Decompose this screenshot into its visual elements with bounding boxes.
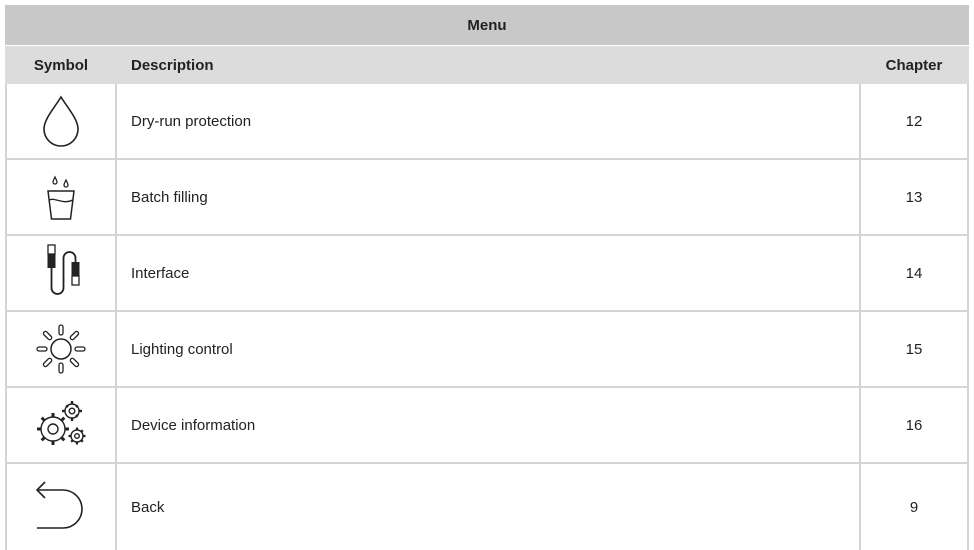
back-arrow-icon — [35, 481, 83, 529]
header-chapter: Chapter — [885, 56, 943, 74]
table-title: Menu — [5, 5, 969, 45]
row-chapter: 16 — [859, 388, 969, 462]
glass-filling-icon — [47, 175, 75, 220]
row-chapter: 13 — [859, 160, 969, 234]
header-symbol: Symbol — [33, 56, 89, 74]
table-row: Dry-run protection 12 — [5, 84, 969, 160]
row-description: Dry-run protection — [131, 112, 252, 130]
table-header-row: Symbol Description Chapter — [5, 45, 969, 84]
table-row: Batch filling 13 — [5, 160, 969, 236]
row-description: Lighting control — [131, 340, 233, 358]
row-chapter: 15 — [859, 312, 969, 386]
gears-icon — [37, 401, 86, 445]
table-row: Lighting control 15 — [5, 312, 969, 388]
row-description: Interface — [131, 264, 190, 282]
row-chapter: 14 — [859, 236, 969, 310]
row-chapter: 9 — [859, 464, 969, 550]
table-row: Device information 16 — [5, 388, 969, 464]
row-description: Back — [131, 498, 165, 516]
menu-table: Menu Symbol Description Chapter Dry-run … — [5, 5, 969, 550]
table-row: Interface 14 — [5, 236, 969, 312]
table-row: Back 9 — [5, 464, 969, 550]
header-description: Description — [131, 56, 214, 74]
row-description: Device information — [131, 416, 256, 434]
sun-icon — [36, 324, 86, 374]
usb-cable-icon — [47, 244, 80, 295]
row-description: Batch filling — [131, 188, 208, 206]
drop-icon — [43, 95, 79, 147]
row-chapter: 12 — [859, 84, 969, 158]
